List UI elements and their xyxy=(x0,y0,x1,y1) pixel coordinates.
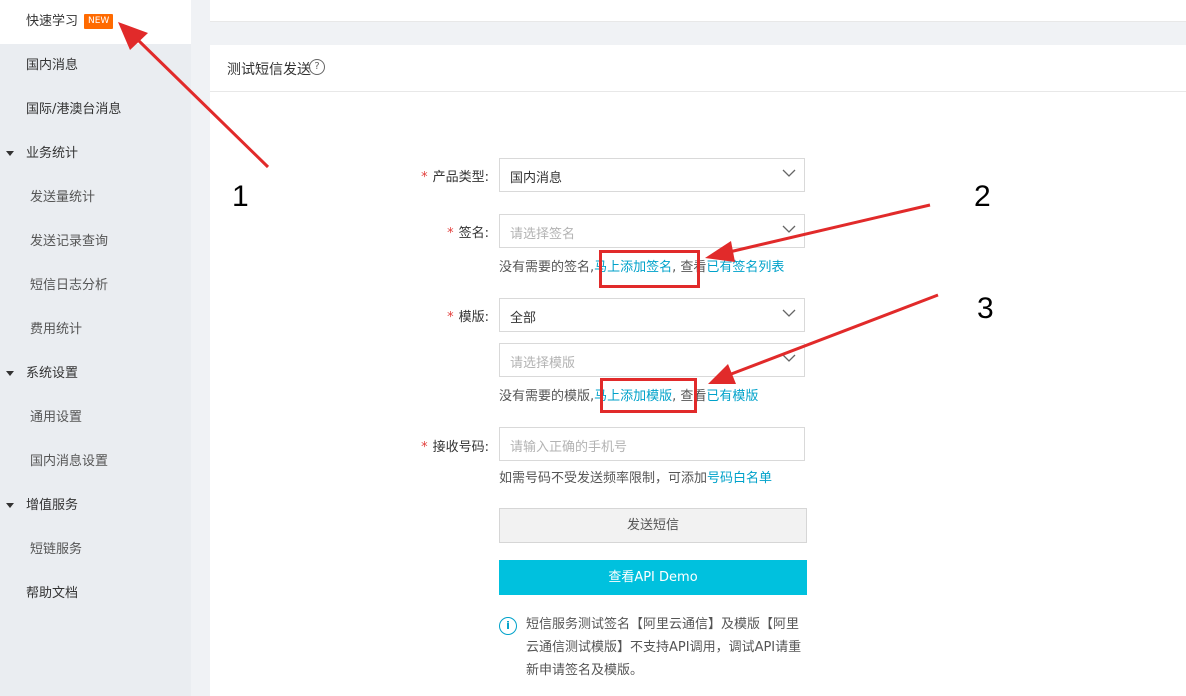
whitelist-link[interactable]: 号码白名单 xyxy=(707,471,772,486)
sidebar-item-general-settings[interactable]: 通用设置 xyxy=(0,396,191,440)
sidebar-item-help-docs[interactable]: 帮助文档 xyxy=(0,572,191,616)
sidebar-item-label: 费用统计 xyxy=(30,322,83,337)
phone-input[interactable]: 请输入正确的手机号 xyxy=(499,427,805,461)
sidebar-item-international-messages[interactable]: 国际/港澳台消息 xyxy=(0,88,191,132)
caret-down-icon xyxy=(6,151,14,156)
signature-list-link[interactable]: 已有签名列表 xyxy=(706,260,784,275)
sidebar-item-label: 系统设置 xyxy=(26,366,79,381)
card-title: 测试短信发送 xyxy=(227,62,311,78)
annotation-number-3: 3 xyxy=(977,292,994,325)
sidebar-group-value-added-services[interactable]: 增值服务 xyxy=(0,484,191,528)
sidebar-item-send-volume-stats[interactable]: 发送量统计 xyxy=(0,176,191,220)
signature-label: * 签名: xyxy=(447,226,489,241)
caret-down-icon xyxy=(6,371,14,376)
sidebar-item-label: 国际/港澳台消息 xyxy=(26,102,122,117)
sidebar-item-label: 国内消息设置 xyxy=(30,454,109,469)
template-select[interactable]: 请选择模版 xyxy=(499,343,805,377)
sidebar-item-quick-learn[interactable]: 快速学习 NEW xyxy=(0,0,191,44)
phone-hint: 如需号码不受发送频率限制，可添加号码白名单 xyxy=(499,471,773,486)
top-card xyxy=(210,0,1186,22)
sidebar-item-label: 国内消息 xyxy=(26,58,79,73)
annotation-number-2: 2 xyxy=(974,180,991,213)
info-circle-icon: i xyxy=(499,617,517,635)
new-badge: NEW xyxy=(84,14,114,29)
template-label: * 模版: xyxy=(447,310,489,325)
sidebar-item-label: 短链服务 xyxy=(30,542,83,557)
sidebar-group-business-stats[interactable]: 业务统计 xyxy=(0,132,191,176)
template-category-value: 全部 xyxy=(510,311,537,326)
sidebar-item-cost-stats[interactable]: 费用统计 xyxy=(0,308,191,352)
sidebar-item-domestic-messages[interactable]: 国内消息 xyxy=(0,44,191,88)
signature-select[interactable]: 请选择签名 xyxy=(499,214,805,248)
sidebar-item-label: 业务统计 xyxy=(26,146,79,161)
product-type-select[interactable]: 国内消息 xyxy=(499,158,805,192)
product-type-label: * 产品类型: xyxy=(421,170,489,185)
sidebar-item-label: 发送记录查询 xyxy=(30,234,109,249)
divider xyxy=(210,91,1186,92)
sidebar-item-label: 快速学习 xyxy=(26,14,79,29)
sidebar-item-label: 帮助文档 xyxy=(26,586,79,601)
sidebar-item-label: 增值服务 xyxy=(26,498,79,513)
info-text: 短信服务测试签名【阿里云通信】及模版【阿里云通信测试模版】不支持API调用，调试… xyxy=(526,617,802,678)
chevron-down-icon xyxy=(782,309,796,317)
phone-label: * 接收号码: xyxy=(421,440,489,455)
sidebar-item-sms-log-analysis[interactable]: 短信日志分析 xyxy=(0,264,191,308)
annotation-number-1: 1 xyxy=(232,180,249,213)
annotation-box-add-template xyxy=(600,378,697,413)
chevron-down-icon xyxy=(782,169,796,177)
sidebar-group-system-settings[interactable]: 系统设置 xyxy=(0,352,191,396)
caret-down-icon xyxy=(6,503,14,508)
question-circle-icon[interactable]: ? xyxy=(309,59,325,75)
product-type-value: 国内消息 xyxy=(510,171,563,186)
annotation-box-add-signature xyxy=(599,250,700,288)
api-demo-button[interactable]: 查看API Demo xyxy=(499,560,807,595)
sidebar-item-label: 发送量统计 xyxy=(30,190,96,205)
sidebar: 快速学习 NEW 国内消息 国际/港澳台消息 业务统计 发送量统计 发送记录查询… xyxy=(0,0,191,696)
sidebar-item-label: 通用设置 xyxy=(30,410,83,425)
sidebar-item-domestic-message-settings[interactable]: 国内消息设置 xyxy=(0,440,191,484)
signature-placeholder: 请选择签名 xyxy=(510,227,576,242)
sidebar-item-send-records[interactable]: 发送记录查询 xyxy=(0,220,191,264)
sidebar-item-short-link-service[interactable]: 短链服务 xyxy=(0,528,191,572)
phone-placeholder: 请输入正确的手机号 xyxy=(510,440,628,455)
chevron-down-icon xyxy=(782,354,796,362)
chevron-down-icon xyxy=(782,225,796,233)
template-placeholder: 请选择模版 xyxy=(510,356,576,371)
sidebar-item-label: 短信日志分析 xyxy=(30,278,109,293)
template-category-select[interactable]: 全部 xyxy=(499,298,805,332)
template-list-link[interactable]: 已有模版 xyxy=(706,389,758,404)
send-sms-button[interactable]: 发送短信 xyxy=(499,508,807,543)
